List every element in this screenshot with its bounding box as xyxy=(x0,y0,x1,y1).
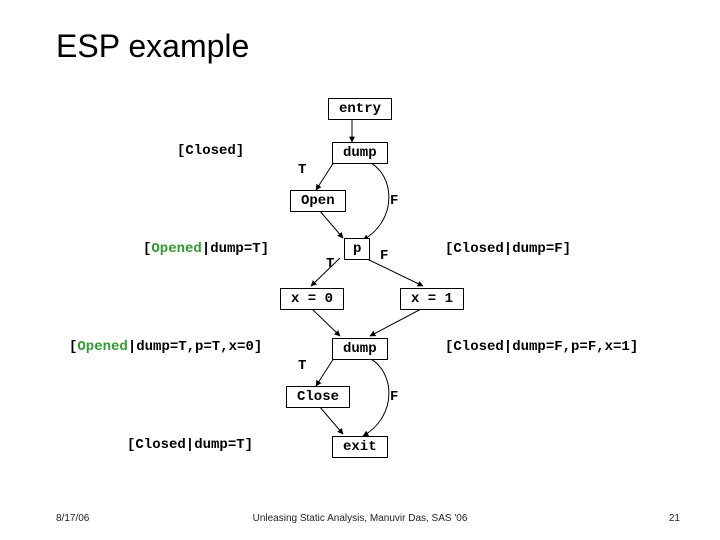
footer-page: 21 xyxy=(669,513,680,524)
edge-f3: F xyxy=(390,389,398,405)
node-x1: x = 1 xyxy=(400,288,464,310)
node-close: Close xyxy=(286,386,350,408)
node-entry: entry xyxy=(328,98,392,120)
node-dump-1: dump xyxy=(332,142,388,164)
footer-credit: Unleasing Static Analysis, Manuvir Das, … xyxy=(0,513,720,524)
node-open: Open xyxy=(290,190,346,212)
state-right-2: [Closed|dump=F] xyxy=(445,241,571,257)
node-p: p xyxy=(344,238,370,260)
edge-t2: T xyxy=(326,256,334,272)
state-left-1: [Closed] xyxy=(177,143,244,159)
state-left-4: [Closed|dump=T] xyxy=(127,437,253,453)
state-left-3: [Opened|dump=T,p=T,x=0] xyxy=(69,339,262,355)
edge-t3: T xyxy=(298,358,306,374)
slide-title: ESP example xyxy=(56,28,249,65)
state-left-2: [Opened|dump=T] xyxy=(143,241,269,257)
edge-t1: T xyxy=(298,162,306,178)
node-x0: x = 0 xyxy=(280,288,344,310)
state-right-3: [Closed|dump=F,p=F,x=1] xyxy=(445,339,638,355)
edge-f1: F xyxy=(390,193,398,209)
node-dump-2: dump xyxy=(332,338,388,360)
node-exit: exit xyxy=(332,436,388,458)
edge-f2: F xyxy=(380,248,388,264)
state-2-opened: Opened xyxy=(151,241,201,257)
flow-arrows xyxy=(0,0,720,540)
